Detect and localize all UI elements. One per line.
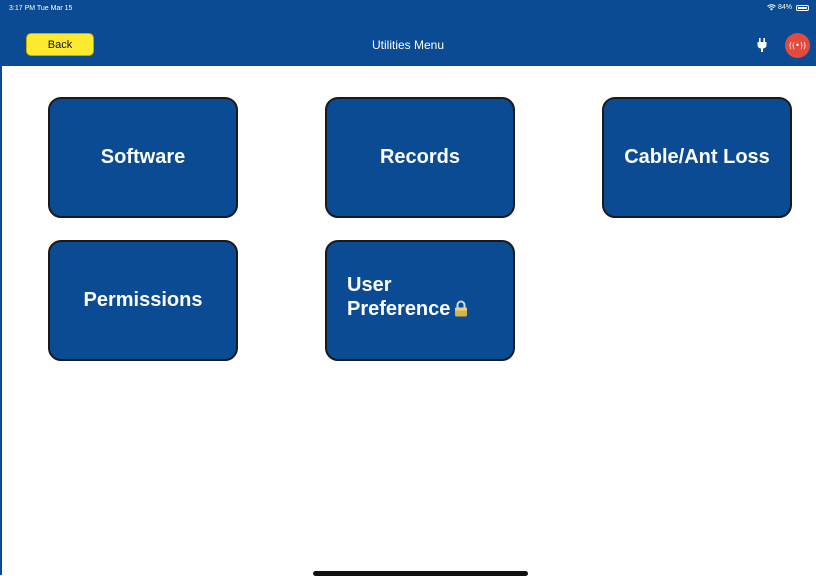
user-preference-line2: Preference xyxy=(347,297,468,323)
status-bar: 3:17 PM Tue Mar 15 84% xyxy=(0,0,816,18)
broadcast-button[interactable]: ((•)) xyxy=(785,33,810,58)
plug-icon xyxy=(756,37,768,53)
back-button[interactable]: Back xyxy=(26,33,94,56)
battery-fill xyxy=(798,6,807,9)
user-preference-line1: User xyxy=(347,273,392,296)
cable-ant-loss-button[interactable]: Cable/Ant Loss xyxy=(602,97,792,218)
software-label: Software xyxy=(100,146,186,168)
header: 3:17 PM Tue Mar 15 84% Utilities Menu Ba… xyxy=(0,0,816,66)
user-preference-text: User Preference xyxy=(347,273,468,323)
broadcast-icon: ((•)) xyxy=(788,41,807,50)
page-title: Utilities Menu xyxy=(371,38,445,52)
home-indicator[interactable] xyxy=(313,571,528,576)
cable-ant-loss-label: Cable/Ant Loss xyxy=(624,146,770,168)
user-preference-line2-text: Preference xyxy=(347,297,451,320)
nav-bar: Utilities Menu Back ((•)) xyxy=(0,32,816,58)
wifi-icon xyxy=(767,4,776,11)
permissions-button[interactable]: Permissions xyxy=(48,240,238,361)
records-label: Records xyxy=(379,146,461,168)
frame-edge xyxy=(0,0,2,575)
records-button[interactable]: Records xyxy=(325,97,515,218)
permissions-label: Permissions xyxy=(83,289,203,311)
battery-percentage: 84% xyxy=(777,4,792,11)
lock-icon xyxy=(454,299,468,323)
software-button[interactable]: Software xyxy=(48,97,238,218)
user-preference-button[interactable]: User Preference xyxy=(325,240,515,361)
app-frame: 3:17 PM Tue Mar 15 84% Utilities Menu Ba… xyxy=(0,0,816,576)
battery-icon xyxy=(796,4,809,11)
status-time: 3:17 PM Tue Mar 15 xyxy=(9,5,73,12)
status-indicators: 84% xyxy=(767,4,809,11)
